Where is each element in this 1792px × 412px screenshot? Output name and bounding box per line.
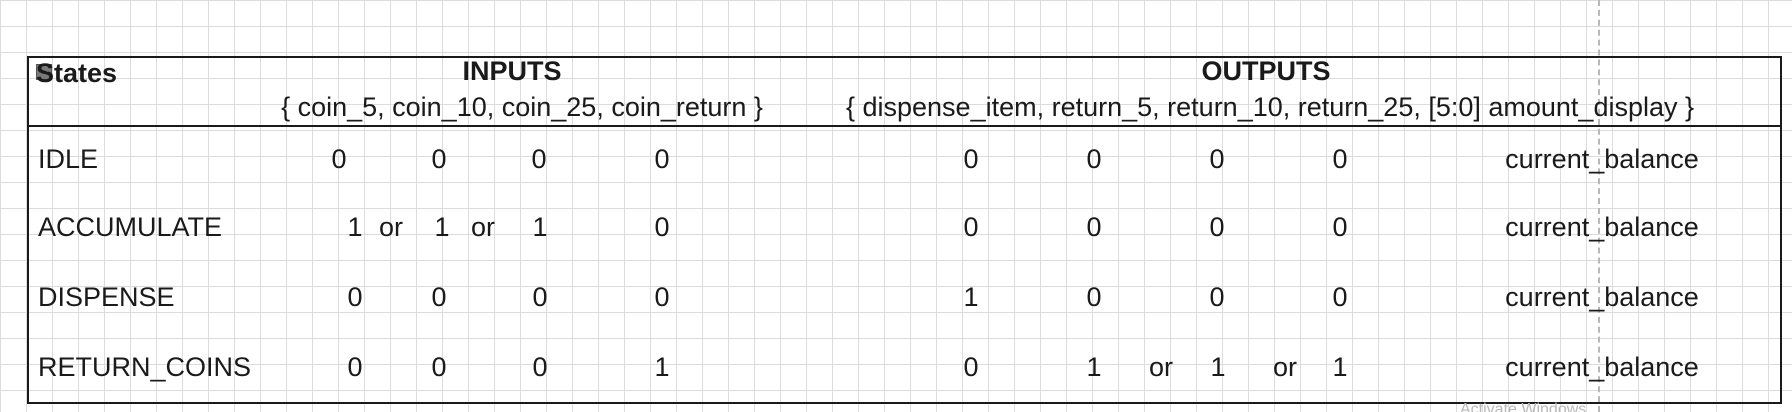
or-connector: or [470,212,496,242]
input-value: 0 [347,352,363,382]
output-value: 0 [1209,282,1225,312]
amount-display-value: current_balance [1505,282,1699,312]
input-value: 0 [532,282,548,312]
input-value: 0 [431,282,447,312]
output-value: 0 [1209,144,1225,174]
inputs-signal-list: { coin_5, coin_10, coin_25, coin_return … [281,92,763,122]
diagram-canvas[interactable]: States INPUTS { coin_5, coin_10, coin_25… [0,0,1792,412]
input-value: 0 [431,144,447,174]
input-value: 1 [434,212,450,242]
output-value: 0 [1209,212,1225,242]
or-connector: or [1148,352,1174,382]
output-value: 0 [1086,144,1102,174]
output-value: 1 [1210,352,1226,382]
states-header: States [36,58,118,88]
input-value: 1 [347,212,363,242]
output-value: 0 [963,144,979,174]
or-connector: or [1272,352,1298,382]
input-value: 0 [347,282,363,312]
state-name: ACCUMULATE [38,212,223,242]
output-value: 0 [1332,144,1348,174]
input-value: 0 [654,282,670,312]
state-name: DISPENSE [38,282,175,312]
state-name: RETURN_COINS [38,352,252,382]
header-divider [27,125,1782,127]
inputs-header: INPUTS [462,56,562,86]
input-value: 0 [532,352,548,382]
output-value: 0 [963,212,979,242]
amount-display-value: current_balance [1505,144,1699,174]
input-value: 0 [531,144,547,174]
outputs-signal-list: { dispense_item, return_5, return_10, re… [845,92,1695,122]
output-value: 0 [1086,282,1102,312]
input-value: 0 [654,144,670,174]
or-connector: or [378,212,404,242]
input-value: 0 [431,352,447,382]
input-value: 1 [532,212,548,242]
activate-windows-watermark: Activate Windows [1460,401,1587,412]
input-value: 0 [331,144,347,174]
state-name: IDLE [38,144,99,174]
amount-display-value: current_balance [1505,352,1699,382]
output-value: 1 [1332,352,1348,382]
output-value: 1 [1086,352,1102,382]
output-value: 0 [963,352,979,382]
input-value: 0 [654,212,670,242]
amount-display-value: current_balance [1505,212,1699,242]
output-value: 1 [963,282,979,312]
input-value: 1 [654,352,670,382]
output-value: 0 [1332,212,1348,242]
output-value: 0 [1086,212,1102,242]
outputs-header: OUTPUTS [1201,56,1331,86]
output-value: 0 [1332,282,1348,312]
